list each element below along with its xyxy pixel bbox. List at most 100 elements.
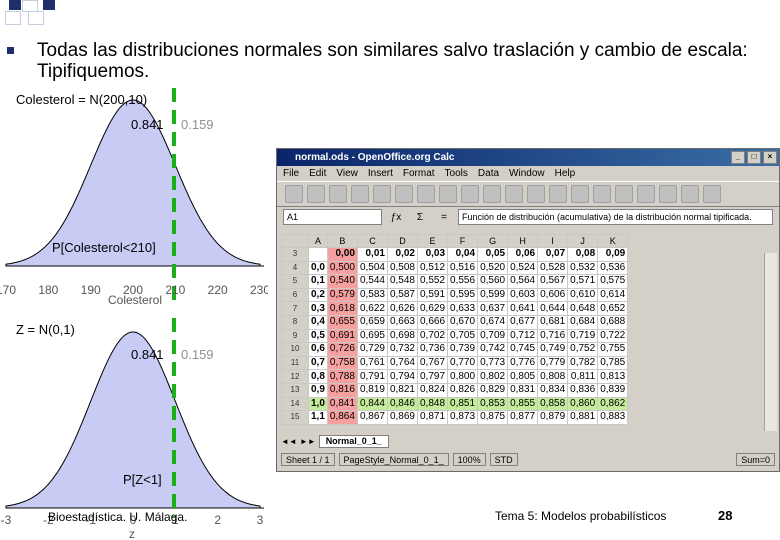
menu-file[interactable]: File [283, 166, 299, 181]
table-cell[interactable]: 0,709 [477, 328, 509, 344]
table-cell[interactable]: 0,9 [308, 382, 328, 398]
table-cell[interactable]: 0,5 [308, 328, 328, 344]
menu-help[interactable]: Help [555, 166, 576, 181]
table-cell[interactable]: 0,516 [447, 260, 479, 276]
table-cell[interactable]: 0,745 [507, 342, 539, 357]
table-cell[interactable]: 0,556 [447, 274, 479, 289]
table-cell[interactable]: 0,705 [447, 328, 479, 344]
table-cell[interactable]: 0,860 [567, 396, 599, 412]
table-cell[interactable]: 0,739 [447, 342, 479, 357]
table-cell[interactable]: 0,02 [386, 247, 419, 262]
table-cell[interactable]: 0,862 [597, 396, 629, 412]
column-header-d[interactable]: D [386, 234, 419, 248]
table-cell[interactable]: 0,6 [308, 342, 328, 357]
table-cell[interactable]: 0,813 [597, 369, 629, 384]
table-cell[interactable]: 0,736 [416, 342, 449, 357]
table-cell[interactable]: 0,637 [477, 301, 509, 316]
table-cell[interactable]: 0,867 [356, 410, 388, 425]
hyperlink-icon[interactable] [637, 185, 655, 203]
table-cell[interactable]: 0,599 [477, 287, 509, 303]
column-header-a[interactable]: A [308, 234, 328, 248]
table-cell[interactable]: 0,500 [326, 260, 358, 276]
table-cell[interactable]: 0,3 [308, 301, 328, 316]
table-cell[interactable]: 0,536 [597, 260, 629, 276]
table-cell[interactable]: 0,595 [447, 287, 479, 303]
table-cell[interactable]: 0,564 [507, 274, 539, 289]
table-cell[interactable]: 0,03 [416, 247, 449, 262]
paste-icon[interactable] [549, 185, 567, 203]
table-cell[interactable]: 0,01 [356, 247, 388, 262]
table-cell[interactable]: 0,742 [477, 342, 509, 357]
column-header-b[interactable]: B [326, 234, 358, 248]
table-cell[interactable] [308, 247, 328, 262]
function-wizard-icon[interactable]: ƒx [386, 212, 406, 223]
edit-file-icon[interactable] [373, 185, 391, 203]
table-cell[interactable]: 0,839 [597, 382, 629, 398]
table-cell[interactable]: 0,648 [567, 301, 599, 316]
table-cell[interactable]: 0,4 [308, 314, 328, 330]
table-cell[interactable]: 0,06 [507, 247, 539, 262]
table-cell[interactable]: 0,712 [507, 328, 539, 344]
table-cell[interactable]: 0,575 [597, 274, 629, 289]
table-cell[interactable]: 0,722 [597, 328, 629, 344]
table-cell[interactable]: 0,782 [567, 355, 599, 371]
first-sheet-arrow-icon[interactable]: ◄◄ [281, 437, 297, 446]
table-cell[interactable]: 0,560 [477, 274, 509, 289]
sort-ascending-icon[interactable] [659, 185, 677, 203]
table-cell[interactable]: 0,767 [416, 355, 449, 371]
table-cell[interactable]: 0,04 [447, 247, 479, 262]
row-header[interactable]: 5 [281, 274, 309, 289]
table-cell[interactable]: 0,2 [308, 287, 328, 303]
table-cell[interactable]: 0,07 [537, 247, 569, 262]
table-cell[interactable]: 0,776 [507, 355, 539, 371]
table-cell[interactable]: 0,719 [567, 328, 599, 344]
table-cell[interactable]: 0,848 [416, 396, 449, 412]
column-header-j[interactable]: J [567, 234, 599, 248]
table-cell[interactable]: 0,8 [308, 369, 328, 384]
table-cell[interactable]: 0,659 [356, 314, 388, 330]
table-cell[interactable]: 0,644 [537, 301, 569, 316]
table-cell[interactable]: 0,770 [447, 355, 479, 371]
table-cell[interactable]: 0,652 [597, 301, 629, 316]
table-cell[interactable]: 0,1 [308, 274, 328, 289]
close-button[interactable]: × [763, 151, 777, 164]
row-header[interactable]: 3 [281, 247, 309, 262]
table-cell[interactable]: 0,614 [597, 287, 629, 303]
name-box[interactable]: A1 [283, 209, 382, 225]
table-cell[interactable]: 0,853 [477, 396, 509, 412]
vertical-scrollbar[interactable] [764, 253, 777, 431]
table-cell[interactable]: 0,571 [567, 274, 599, 289]
column-header-f[interactable]: F [447, 234, 479, 248]
table-cell[interactable]: 0,655 [326, 314, 358, 330]
table-cell[interactable]: 0,688 [597, 314, 629, 330]
table-cell[interactable]: 0,698 [386, 328, 419, 344]
column-header-i[interactable]: I [537, 234, 569, 248]
table-cell[interactable]: 0,532 [567, 260, 599, 276]
table-cell[interactable]: 0,761 [356, 355, 388, 371]
column-header-h[interactable]: H [507, 234, 539, 248]
table-cell[interactable]: 0,618 [326, 301, 358, 316]
row-header[interactable]: 14 [281, 396, 309, 412]
row-header[interactable]: 9 [281, 328, 309, 344]
table-cell[interactable]: 0,881 [567, 410, 599, 425]
table-cell[interactable]: 0,858 [537, 396, 569, 412]
row-header[interactable]: 12 [281, 369, 309, 384]
table-cell[interactable]: 0,629 [416, 301, 449, 316]
sheet-tab-normal[interactable]: Normal_0_1_ [318, 435, 389, 448]
table-cell[interactable]: 0,749 [537, 342, 569, 357]
menu-window[interactable]: Window [509, 166, 545, 181]
table-cell[interactable]: 0,819 [356, 382, 388, 398]
table-cell[interactable]: 0,726 [326, 342, 358, 357]
table-cell[interactable]: 0,805 [507, 369, 539, 384]
save-icon[interactable] [329, 185, 347, 203]
table-cell[interactable]: 0,702 [416, 328, 449, 344]
table-cell[interactable]: 0,871 [416, 410, 449, 425]
table-cell[interactable]: 0,524 [507, 260, 539, 276]
table-cell[interactable]: 0,670 [447, 314, 479, 330]
menu-insert[interactable]: Insert [368, 166, 393, 181]
table-cell[interactable]: 0,851 [447, 396, 479, 412]
open-folder-icon[interactable] [307, 185, 325, 203]
menu-format[interactable]: Format [403, 166, 435, 181]
table-cell[interactable]: 0,785 [597, 355, 629, 371]
table-cell[interactable]: 0,663 [386, 314, 419, 330]
